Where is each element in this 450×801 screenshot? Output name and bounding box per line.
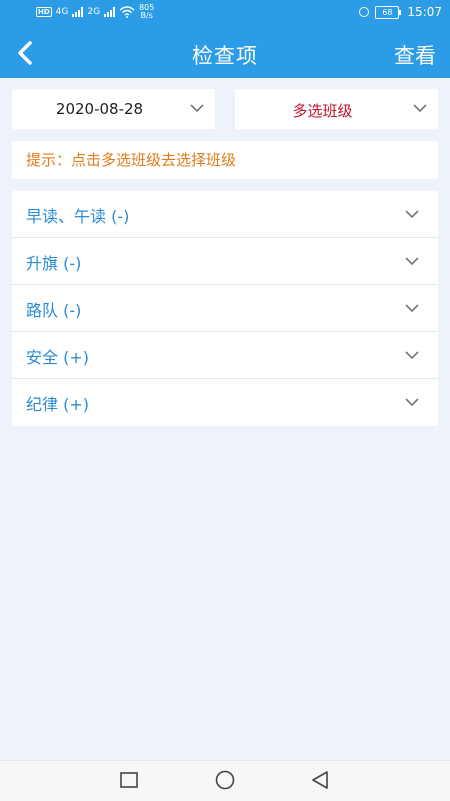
triangle-back-icon [312,771,328,789]
signal-icon-2 [104,7,116,17]
chevron-down-icon [413,104,427,113]
status-bar: HD 4G 2G 805 B/s 68 15:07 [0,0,450,28]
date-selector[interactable]: 2020-08-28 [12,89,215,129]
check-item-label: 升旗 (-) [26,254,82,273]
network-label-2: 2G [87,7,101,17]
chevron-down-icon [405,351,419,360]
hd-badge: HD [36,7,52,17]
status-right: 68 15:07 [359,5,442,19]
check-item-discipline[interactable]: 纪律 (+) [12,379,438,426]
check-item-label: 安全 (+) [26,348,89,367]
check-item-flag-raising[interactable]: 升旗 (-) [12,238,438,285]
check-item-label: 路队 (-) [26,301,82,320]
check-item-label: 早读、午读 (-) [26,207,130,226]
class-selector[interactable]: 多选班级 [235,89,438,129]
chevron-down-icon [405,210,419,219]
home-button[interactable] [214,770,236,794]
battery-icon: 68 [375,5,402,19]
network-label-1: 4G [55,7,69,17]
circle-icon [215,770,235,790]
battery-level: 68 [375,5,400,19]
chevron-down-icon [405,257,419,266]
alarm-icon [359,7,370,17]
status-left: HD 4G 2G 805 B/s [36,4,154,20]
page-title: 检查项 [192,44,258,68]
hint-text: 提示：点击多选班级去选择班级 [12,141,438,179]
class-value: 多选班级 [292,102,353,120]
status-time: 15:07 [407,5,442,19]
view-button[interactable]: 查看 [394,40,436,70]
network-speed: 805 B/s [139,4,154,20]
check-item-list: 早读、午读 (-) 升旗 (-) 路队 (-) 安全 (+) 纪律 (+) [12,191,438,426]
speed-unit: B/s [140,11,153,20]
chevron-down-icon [190,104,204,113]
date-value: 2020-08-28 [55,100,144,118]
chevron-down-icon [405,304,419,313]
app-bar: 检查项 查看 [0,28,450,78]
wifi-icon [119,6,135,18]
system-nav-bar [0,760,450,801]
chevron-down-icon [405,398,419,407]
check-item-safety[interactable]: 安全 (+) [12,332,438,379]
check-item-label: 纪律 (+) [26,395,89,414]
check-item-early-reading[interactable]: 早读、午读 (-) [12,191,438,238]
back-nav-button[interactable] [310,770,330,794]
recents-button[interactable] [119,770,139,794]
signal-icon [72,7,84,17]
check-item-road-team[interactable]: 路队 (-) [12,285,438,332]
square-icon [120,772,138,788]
